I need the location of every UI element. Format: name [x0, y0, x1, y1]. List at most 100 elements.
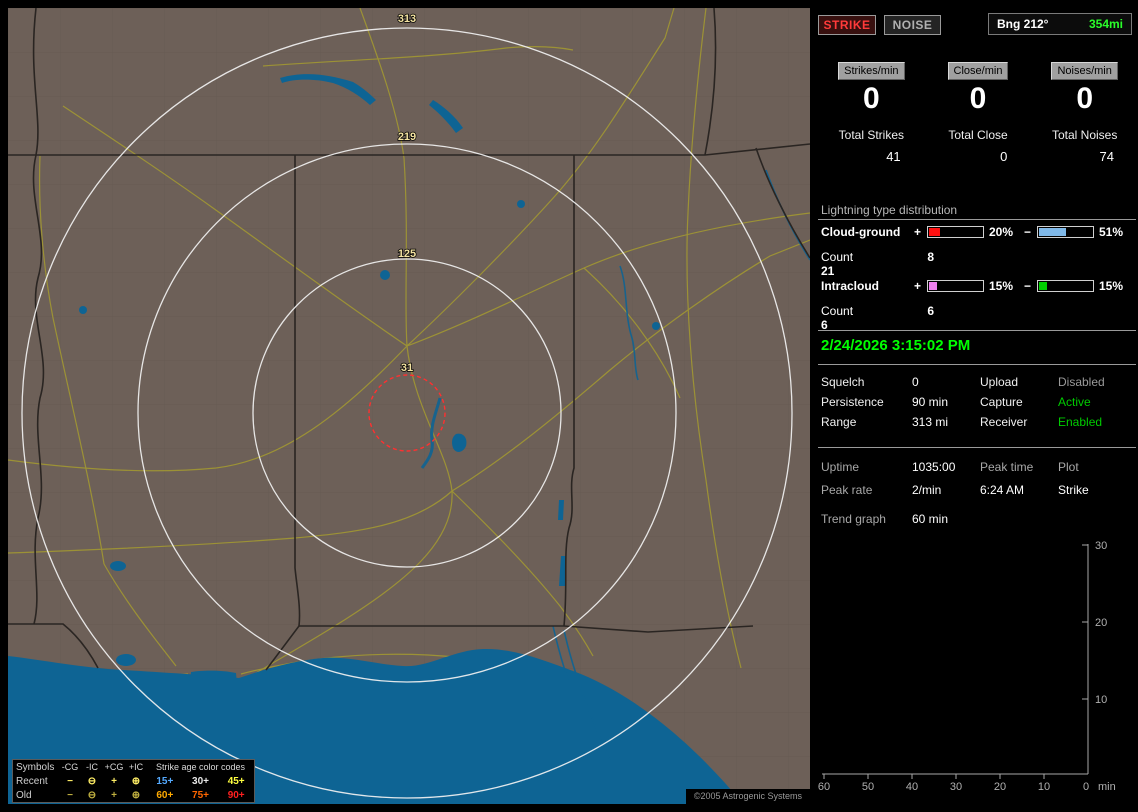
- separator: [818, 447, 1136, 448]
- bearing-label: Bng 212°: [997, 17, 1049, 31]
- separator: [818, 364, 1136, 365]
- legend-header-row: Symbols -CG -IC +CG +IC Strike age color…: [13, 760, 254, 774]
- legend-age-header: Strike age color codes: [155, 762, 246, 772]
- close-column: Close/min 0 Total Close 0: [925, 62, 1032, 164]
- pos-ic-symbol-icon: ⊕: [131, 775, 141, 787]
- plus-sign: +: [913, 279, 921, 293]
- squelch-label: Squelch: [821, 375, 865, 389]
- range-label: Range: [821, 415, 857, 429]
- plus-sign: +: [913, 225, 921, 239]
- noises-per-min-value: 0: [1076, 82, 1094, 115]
- strikes-per-min-button[interactable]: Strikes/min: [838, 62, 905, 80]
- y-tick-10: 10: [1095, 694, 1107, 706]
- rate-columns: Strikes/min 0 Total Strikes 41 Close/min…: [818, 62, 1138, 164]
- cg-positive-count: 8: [927, 250, 935, 264]
- lake-11: [116, 654, 136, 666]
- trend-graph: 30 20 10 60 50 40 30 20 10 0 min: [818, 540, 1116, 793]
- legend-old-row: Old − ⊖ + ⊕ 60+ 75+ 90+: [13, 788, 254, 802]
- distribution-title: Lightning type distribution: [821, 203, 958, 217]
- noises-per-min-button[interactable]: Noises/min: [1051, 62, 1118, 80]
- strikes-column: Strikes/min 0 Total Strikes 41: [818, 62, 925, 164]
- count-label: Count: [821, 250, 854, 264]
- ic-negative-pct: 15%: [1099, 279, 1124, 293]
- age-60: 60+: [156, 789, 174, 801]
- pos-ic-symbol-icon: ⊕: [131, 789, 141, 801]
- squelch-value: 0: [912, 375, 919, 389]
- close-per-min-button[interactable]: Close/min: [947, 62, 1009, 80]
- lake-5: [517, 200, 525, 208]
- cg-count-row: Count 8 21: [821, 250, 1138, 278]
- stats-row: Uptime 1035:00 Peak time Plot: [821, 460, 1138, 474]
- y-tick-20: 20: [1095, 617, 1107, 629]
- cg-positive-pct: 20%: [989, 225, 1014, 239]
- x-tick-40: 40: [906, 781, 918, 793]
- pos-cg-symbol-icon: +: [111, 789, 117, 801]
- map-layers: 313 219 125 31: [7, 7, 811, 804]
- panel-topbar: STRIKE NOISE Bng 212° 354mi: [818, 13, 1138, 39]
- x-tick-60: 60: [818, 781, 830, 793]
- receiver-label: Receiver: [980, 415, 1028, 429]
- uptime-label: Uptime: [821, 460, 860, 474]
- persistence-value: 90 min: [912, 395, 949, 409]
- noise-mode-button[interactable]: NOISE: [884, 15, 941, 35]
- neg-cg-symbol-icon: −: [67, 789, 73, 801]
- intracloud-label: Intracloud: [821, 279, 880, 293]
- cg-negative-bar-fill: [1039, 228, 1067, 236]
- upload-status: Disabled: [1058, 375, 1105, 389]
- trend-axes: [822, 544, 1089, 779]
- y-tick-30: 30: [1095, 540, 1107, 552]
- uptime-value: 1035:00: [912, 460, 956, 474]
- age-30: 30+: [192, 775, 209, 787]
- age-45: 45+: [227, 775, 245, 787]
- trend-graph-value: 60 min: [912, 512, 949, 526]
- lake-8: [652, 322, 660, 330]
- stats-row: Trend graph 60 min: [821, 512, 1138, 526]
- total-close-label: Total Close: [948, 128, 1008, 142]
- ring-label-125: 125: [398, 248, 416, 260]
- x-tick-0: 0: [1083, 781, 1089, 793]
- total-noises-value: 74: [1099, 149, 1115, 164]
- strike-mode-button[interactable]: STRIKE: [818, 15, 876, 35]
- x-tick-10: 10: [1038, 781, 1050, 793]
- separator: [818, 219, 1136, 220]
- ic-positive-bar: [927, 280, 984, 292]
- ring-label-219: 219: [398, 131, 416, 143]
- close-per-min-value: 0: [969, 82, 987, 115]
- pos-cg-symbol-icon: +: [111, 775, 117, 787]
- cg-negative-pct: 51%: [1099, 225, 1124, 239]
- total-strikes-label: Total Strikes: [838, 128, 905, 142]
- lightning-map[interactable]: 313 219 125 31 Symbols -CG -IC +CG +IC S…: [7, 7, 811, 804]
- cg-positive-bar-fill: [929, 228, 940, 236]
- peak-time-label: Peak time: [980, 460, 1034, 474]
- legend-old-label: Old: [16, 789, 32, 801]
- total-strikes-value: 41: [886, 149, 901, 164]
- peak-time-value: 6:24 AM: [980, 483, 1025, 497]
- lake-10: [110, 561, 126, 571]
- x-tick-20: 20: [994, 781, 1006, 793]
- age-15: 15+: [156, 775, 174, 787]
- total-close-value: 0: [1000, 149, 1008, 164]
- lake-9: [79, 306, 87, 314]
- settings-row: Persistence 90 min Capture Active: [821, 395, 1138, 409]
- ic-count-row: Count 6 6: [821, 304, 1138, 332]
- intracloud-row: Intracloud + 15% − 15%: [821, 279, 1138, 293]
- x-tick-30: 30: [950, 781, 962, 793]
- trend-tick-labels: 30 20 10 60 50 40 30 20 10 0 min: [818, 540, 1116, 793]
- cg-negative-count: 21: [821, 264, 835, 278]
- ic-positive-count: 6: [927, 304, 935, 318]
- legend-symbols-label: Symbols: [16, 761, 55, 773]
- legend-recent-row: Recent − ⊖ + ⊕ 15+ 30+ 45+: [13, 774, 254, 788]
- legend-recent-label: Recent: [16, 775, 48, 787]
- capture-status: Active: [1058, 395, 1091, 409]
- ic-positive-pct: 15%: [989, 279, 1014, 293]
- stats-row: Peak rate 2/min 6:24 AM Strike: [821, 483, 1138, 497]
- plot-label: Plot: [1058, 460, 1079, 474]
- neg-ic-symbol-icon: ⊖: [87, 775, 97, 787]
- settings-row: Range 313 mi Receiver Enabled: [821, 415, 1138, 429]
- neg-ic-symbol-icon: ⊖: [87, 789, 97, 801]
- legend-type-neg-cg: -CG: [61, 762, 79, 772]
- plot-value: Strike: [1058, 483, 1089, 497]
- ring-label-31: 31: [401, 362, 413, 374]
- count-label: Count: [821, 304, 854, 318]
- age-75: 75+: [192, 789, 209, 801]
